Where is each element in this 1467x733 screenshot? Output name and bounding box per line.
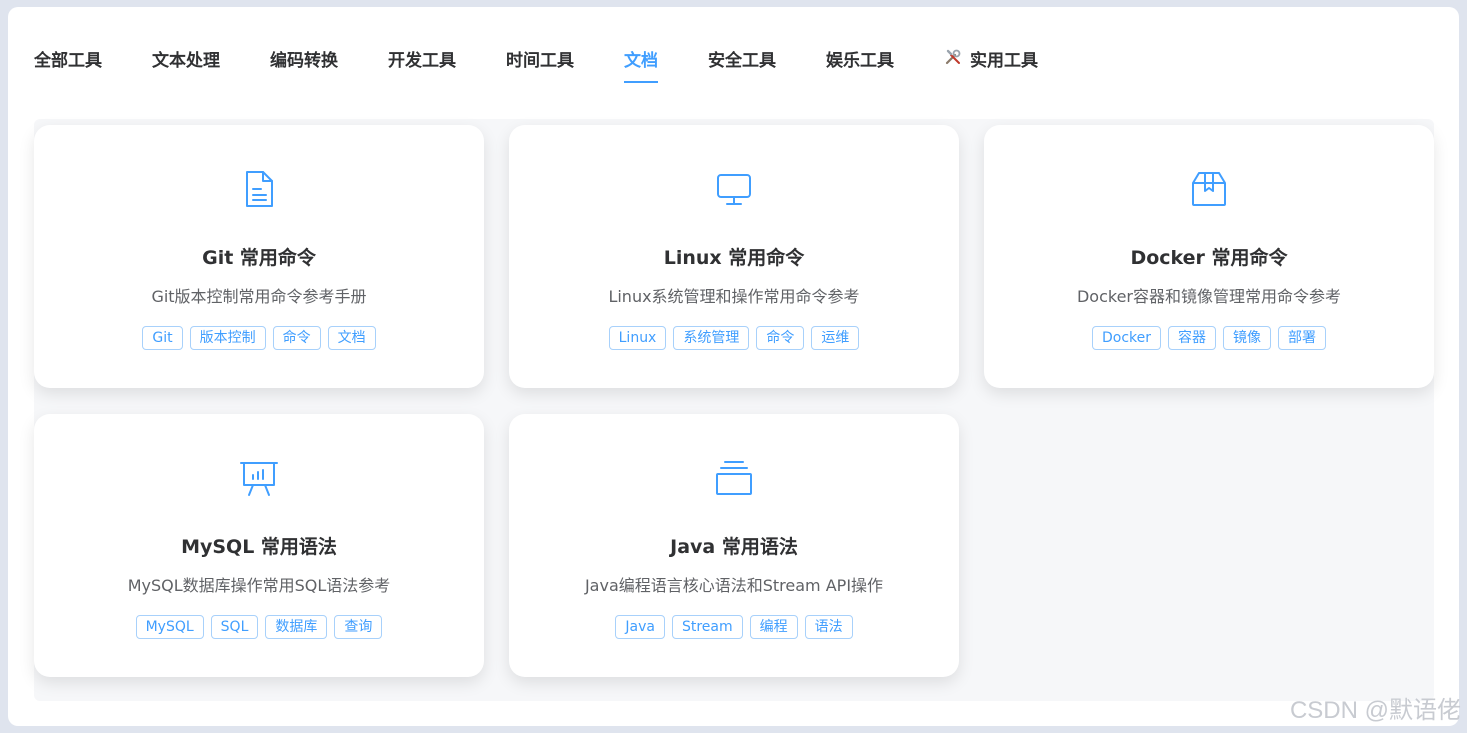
tool-card-docker[interactable]: Docker 常用命令 Docker容器和镜像管理常用命令参考 Docker 容… <box>984 125 1434 388</box>
tag: 编程 <box>749 615 798 639</box>
tab-label: 开发工具 <box>388 51 456 71</box>
card-description: Docker容器和镜像管理常用命令参考 <box>1076 287 1342 306</box>
tool-card-mysql[interactable]: MySQL 常用语法 MySQL数据库操作常用SQL语法参考 MySQL SQL… <box>34 414 484 677</box>
tag: 运维 <box>811 326 860 350</box>
tab-dev-tools[interactable]: 开发工具 <box>388 41 456 83</box>
card-description: Git版本控制常用命令参考手册 <box>151 287 367 306</box>
document-icon <box>34 169 484 209</box>
card-description: Java编程语言核心语法和Stream API操作 <box>584 576 884 595</box>
watermark: CSDN @默语佬 <box>1289 697 1461 724</box>
tools-icon <box>944 48 962 70</box>
card-description: MySQL数据库操作常用SQL语法参考 <box>127 576 391 595</box>
tab-label: 全部工具 <box>34 51 102 71</box>
tag: 镜像 <box>1223 326 1272 350</box>
card-tags: Docker 容器 镜像 部署 <box>984 326 1434 350</box>
tab-entertainment-tools[interactable]: 娱乐工具 <box>826 41 894 83</box>
card-tags: MySQL SQL 数据库 查询 <box>34 615 484 639</box>
tag: 文档 <box>327 326 376 350</box>
tool-card-java[interactable]: Java 常用语法 Java编程语言核心语法和Stream API操作 Java… <box>509 414 959 677</box>
card-tags: Java Stream 编程 语法 <box>509 615 959 639</box>
tab-label: 娱乐工具 <box>826 51 894 71</box>
card-title: Java 常用语法 <box>670 536 798 558</box>
tab-label: 实用工具 <box>970 51 1038 71</box>
tab-docs[interactable]: 文档 <box>624 41 658 83</box>
monitor-icon <box>509 169 959 209</box>
tab-encoding[interactable]: 编码转换 <box>270 41 338 83</box>
main-panel: 全部工具 文本处理 编码转换 开发工具 时间工具 文档 安全工具 娱乐工具 实用… <box>8 7 1459 726</box>
category-tabs: 全部工具 文本处理 编码转换 开发工具 时间工具 文档 安全工具 娱乐工具 实用… <box>34 41 1088 91</box>
tag: 版本控制 <box>189 326 266 350</box>
tag: 语法 <box>804 615 853 639</box>
card-title: Docker 常用命令 <box>1130 247 1288 269</box>
tool-grid: Git 常用命令 Git版本控制常用命令参考手册 Git 版本控制 命令 文档 … <box>34 119 1434 701</box>
tab-text-processing[interactable]: 文本处理 <box>152 41 220 83</box>
tab-all-tools[interactable]: 全部工具 <box>34 41 102 83</box>
tag: 命令 <box>756 326 805 350</box>
card-tags: Git 版本控制 命令 文档 <box>34 326 484 350</box>
tag: Stream <box>671 615 743 639</box>
tag: 容器 <box>1168 326 1217 350</box>
tab-label: 文档 <box>624 51 658 71</box>
tab-label: 安全工具 <box>708 51 776 71</box>
tab-utility-tools[interactable]: 实用工具 <box>944 41 1038 83</box>
card-description: Linux系统管理和操作常用命令参考 <box>608 287 860 306</box>
tag: Git <box>142 326 183 350</box>
tool-card-linux[interactable]: Linux 常用命令 Linux系统管理和操作常用命令参考 Linux 系统管理… <box>509 125 959 388</box>
stack-icon <box>509 458 959 498</box>
tab-security-tools[interactable]: 安全工具 <box>708 41 776 83</box>
tag: 查询 <box>334 615 383 639</box>
tag: Java <box>615 615 665 639</box>
card-title: Linux 常用命令 <box>663 247 805 269</box>
tool-card-git[interactable]: Git 常用命令 Git版本控制常用命令参考手册 Git 版本控制 命令 文档 <box>34 125 484 388</box>
tag: Linux <box>608 326 667 350</box>
tab-label: 时间工具 <box>506 51 574 71</box>
tag: MySQL <box>135 615 204 639</box>
tab-time-tools[interactable]: 时间工具 <box>506 41 574 83</box>
box-icon <box>984 169 1434 209</box>
card-tags: Linux 系统管理 命令 运维 <box>509 326 959 350</box>
card-title: Git 常用命令 <box>202 247 316 269</box>
tag: SQL <box>210 615 259 639</box>
tag: 部署 <box>1278 326 1327 350</box>
tag: 数据库 <box>265 615 328 639</box>
tag: 系统管理 <box>673 326 750 350</box>
tag: Docker <box>1091 326 1162 350</box>
tab-label: 编码转换 <box>270 51 338 71</box>
card-title: MySQL 常用语法 <box>181 536 337 558</box>
tab-label: 文本处理 <box>152 51 220 71</box>
tag: 命令 <box>272 326 321 350</box>
presentation-chart-icon <box>34 458 484 498</box>
